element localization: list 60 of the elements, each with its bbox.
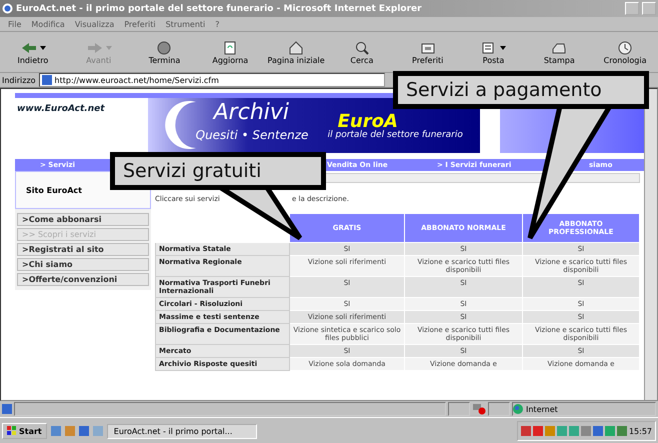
quick-launch-icon[interactable] bbox=[50, 426, 61, 436]
tray-icon[interactable] bbox=[532, 426, 543, 436]
toolbar-button[interactable]: Cronologia bbox=[592, 40, 658, 64]
toolbar-button[interactable]: Preferiti bbox=[394, 40, 461, 64]
tray-icon[interactable] bbox=[520, 426, 531, 436]
banner-title: Archivi bbox=[214, 100, 290, 125]
site-logo[interactable]: www.EuroAct.net bbox=[1, 98, 148, 153]
tray-icon[interactable] bbox=[604, 426, 615, 436]
history-icon bbox=[616, 40, 634, 56]
callout-label: Servizi gratuiti bbox=[110, 152, 326, 190]
caret-icon bbox=[40, 46, 46, 50]
maximize-button[interactable] bbox=[642, 2, 656, 15]
callout-label: Servizi a pagamento bbox=[393, 71, 649, 109]
caret-icon bbox=[500, 46, 506, 50]
address-label: Indirizzo bbox=[2, 76, 36, 84]
browser-icon bbox=[2, 3, 13, 14]
menu-item[interactable]: Visualizza bbox=[74, 20, 114, 28]
banner-subtitle: Quesiti • Sentenze bbox=[196, 128, 308, 142]
sidebar-item[interactable]: >Chi siamo bbox=[17, 258, 149, 271]
minimize-button[interactable] bbox=[625, 2, 639, 15]
page-icon bbox=[2, 404, 12, 414]
quick-launch-icon[interactable] bbox=[64, 426, 75, 436]
sidebar-item[interactable]: >Come abbonarsi bbox=[17, 213, 149, 226]
blocked-icon bbox=[472, 403, 486, 415]
quick-launch-icon[interactable] bbox=[78, 426, 89, 436]
menu-item[interactable]: File bbox=[8, 20, 22, 28]
globe-icon bbox=[513, 404, 523, 414]
zone-label: Internet bbox=[526, 404, 558, 414]
clock: 15:57 bbox=[628, 426, 652, 436]
windows-flag-icon bbox=[7, 426, 17, 436]
tray-icon[interactable] bbox=[544, 426, 555, 436]
sidebar-item[interactable]: >Offerte/convenzioni bbox=[17, 273, 149, 286]
tray-icon[interactable] bbox=[616, 426, 627, 436]
scrollbar[interactable] bbox=[644, 89, 657, 400]
start-button[interactable]: Start bbox=[2, 423, 47, 439]
toolbar-button[interactable]: Pagina iniziale bbox=[263, 40, 329, 64]
menu-item[interactable]: Modifica bbox=[31, 20, 65, 28]
page-icon bbox=[42, 75, 52, 85]
taskbar-button[interactable]: EuroAct.net - il primo portal... bbox=[106, 424, 257, 438]
tray-icon[interactable] bbox=[592, 426, 603, 436]
toolbar-button[interactable]: Cerca bbox=[328, 40, 395, 64]
toolbar-button[interactable]: Aggiorna bbox=[197, 40, 264, 64]
caret-icon bbox=[106, 46, 112, 50]
toolbar-button[interactable]: Termina bbox=[132, 40, 198, 64]
stop-icon bbox=[155, 40, 174, 56]
menu-item[interactable]: Strumenti bbox=[166, 20, 206, 28]
sidebar-item[interactable]: >Registrati al sito bbox=[17, 243, 149, 256]
tray-icon[interactable] bbox=[580, 426, 591, 436]
toolbar-button[interactable]: Posta bbox=[460, 40, 526, 64]
window-title: EuroAct.net - il primo portale del settore funerario - Microsoft Internet Explorer bbox=[16, 4, 423, 14]
toolbar-button[interactable]: Stampa bbox=[526, 40, 592, 64]
tray-icon[interactable] bbox=[556, 426, 567, 436]
quick-launch-icon[interactable] bbox=[92, 426, 103, 436]
tray-icon[interactable] bbox=[568, 426, 579, 436]
home-icon bbox=[287, 40, 306, 56]
menu-item[interactable]: Preferiti bbox=[124, 20, 156, 28]
banner-tagline: il portale del settore funerario bbox=[328, 130, 463, 140]
toolbar-button[interactable]: Indietro bbox=[0, 40, 66, 64]
menu-item[interactable]: ? bbox=[215, 20, 220, 28]
address-field[interactable]: http://www.euroact.net/home/Servizi.cfm bbox=[38, 73, 385, 87]
